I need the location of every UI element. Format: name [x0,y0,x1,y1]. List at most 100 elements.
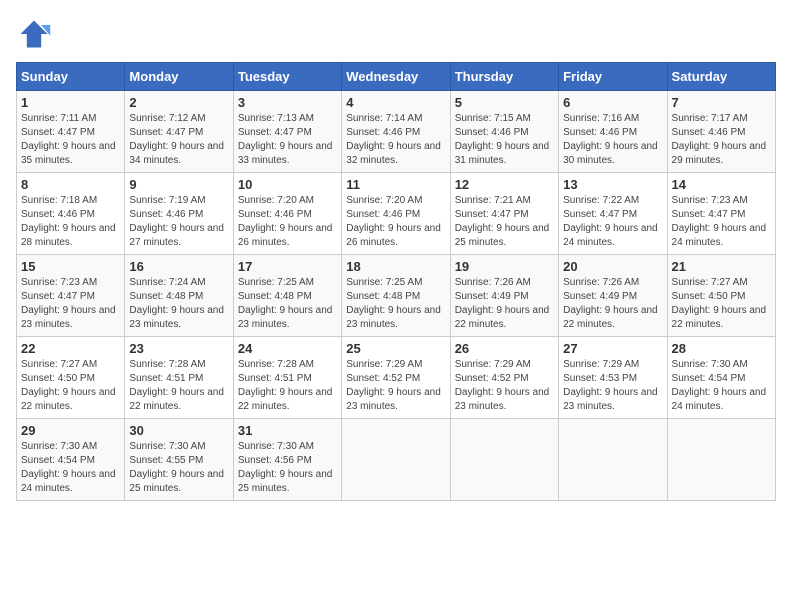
sunrise-label: Sunrise: 7:25 AM [238,277,314,288]
day-info: Sunrise: 7:29 AM Sunset: 4:53 PM Dayligh… [563,358,662,414]
sunset-label: Sunset: 4:55 PM [129,455,203,466]
daylight-label: Daylight: 9 hours and 23 minutes. [563,387,658,412]
day-info: Sunrise: 7:23 AM Sunset: 4:47 PM Dayligh… [21,276,120,332]
day-number: 13 [563,177,662,192]
daylight-label: Daylight: 9 hours and 28 minutes. [21,223,116,248]
day-number: 28 [672,341,771,356]
sunrise-label: Sunrise: 7:11 AM [21,113,96,124]
daylight-label: Daylight: 9 hours and 23 minutes. [129,305,224,330]
day-info: Sunrise: 7:28 AM Sunset: 4:51 PM Dayligh… [129,358,228,414]
sunrise-label: Sunrise: 7:26 AM [563,277,639,288]
calendar-cell: 26 Sunrise: 7:29 AM Sunset: 4:52 PM Dayl… [450,337,558,419]
sunrise-label: Sunrise: 7:23 AM [21,277,97,288]
sunset-label: Sunset: 4:47 PM [129,127,203,138]
calendar-cell [559,419,667,501]
calendar-cell: 11 Sunrise: 7:20 AM Sunset: 4:46 PM Dayl… [342,173,450,255]
daylight-label: Daylight: 9 hours and 31 minutes. [455,141,550,166]
sunrise-label: Sunrise: 7:15 AM [455,113,531,124]
day-info: Sunrise: 7:20 AM Sunset: 4:46 PM Dayligh… [346,194,445,250]
daylight-label: Daylight: 9 hours and 24 minutes. [21,469,116,494]
day-info: Sunrise: 7:25 AM Sunset: 4:48 PM Dayligh… [238,276,337,332]
day-number: 1 [21,95,120,110]
sunset-label: Sunset: 4:47 PM [563,209,637,220]
sunrise-label: Sunrise: 7:29 AM [455,359,531,370]
day-info: Sunrise: 7:27 AM Sunset: 4:50 PM Dayligh… [672,276,771,332]
day-number: 8 [21,177,120,192]
sunset-label: Sunset: 4:47 PM [672,209,746,220]
sunrise-label: Sunrise: 7:24 AM [129,277,205,288]
logo [16,16,58,52]
calendar-week-row: 8 Sunrise: 7:18 AM Sunset: 4:46 PM Dayli… [17,173,776,255]
sunrise-label: Sunrise: 7:30 AM [238,441,314,452]
day-number: 19 [455,259,554,274]
daylight-label: Daylight: 9 hours and 29 minutes. [672,141,767,166]
day-info: Sunrise: 7:24 AM Sunset: 4:48 PM Dayligh… [129,276,228,332]
day-info: Sunrise: 7:13 AM Sunset: 4:47 PM Dayligh… [238,112,337,168]
calendar-cell: 31 Sunrise: 7:30 AM Sunset: 4:56 PM Dayl… [233,419,341,501]
calendar-week-row: 1 Sunrise: 7:11 AM Sunset: 4:47 PM Dayli… [17,91,776,173]
calendar-cell: 1 Sunrise: 7:11 AM Sunset: 4:47 PM Dayli… [17,91,125,173]
day-info: Sunrise: 7:29 AM Sunset: 4:52 PM Dayligh… [346,358,445,414]
day-number: 30 [129,423,228,438]
sunset-label: Sunset: 4:46 PM [563,127,637,138]
sunrise-label: Sunrise: 7:30 AM [21,441,97,452]
sunset-label: Sunset: 4:47 PM [455,209,529,220]
day-number: 18 [346,259,445,274]
sunrise-label: Sunrise: 7:17 AM [672,113,748,124]
daylight-label: Daylight: 9 hours and 23 minutes. [238,305,333,330]
sunset-label: Sunset: 4:46 PM [21,209,95,220]
day-number: 17 [238,259,337,274]
day-number: 3 [238,95,337,110]
calendar-cell: 17 Sunrise: 7:25 AM Sunset: 4:48 PM Dayl… [233,255,341,337]
calendar-cell: 28 Sunrise: 7:30 AM Sunset: 4:54 PM Dayl… [667,337,775,419]
day-number: 26 [455,341,554,356]
sunrise-label: Sunrise: 7:28 AM [129,359,205,370]
sunset-label: Sunset: 4:48 PM [346,291,420,302]
day-info: Sunrise: 7:20 AM Sunset: 4:46 PM Dayligh… [238,194,337,250]
day-number: 6 [563,95,662,110]
calendar-cell: 2 Sunrise: 7:12 AM Sunset: 4:47 PM Dayli… [125,91,233,173]
calendar-cell [342,419,450,501]
daylight-label: Daylight: 9 hours and 24 minutes. [563,223,658,248]
day-info: Sunrise: 7:19 AM Sunset: 4:46 PM Dayligh… [129,194,228,250]
calendar-cell: 12 Sunrise: 7:21 AM Sunset: 4:47 PM Dayl… [450,173,558,255]
calendar-cell: 19 Sunrise: 7:26 AM Sunset: 4:49 PM Dayl… [450,255,558,337]
calendar-cell: 14 Sunrise: 7:23 AM Sunset: 4:47 PM Dayl… [667,173,775,255]
sunset-label: Sunset: 4:53 PM [563,373,637,384]
day-info: Sunrise: 7:21 AM Sunset: 4:47 PM Dayligh… [455,194,554,250]
day-number: 9 [129,177,228,192]
day-info: Sunrise: 7:26 AM Sunset: 4:49 PM Dayligh… [563,276,662,332]
header-day: Thursday [450,63,558,91]
calendar-cell: 29 Sunrise: 7:30 AM Sunset: 4:54 PM Dayl… [17,419,125,501]
sunset-label: Sunset: 4:52 PM [346,373,420,384]
calendar-cell: 24 Sunrise: 7:28 AM Sunset: 4:51 PM Dayl… [233,337,341,419]
sunset-label: Sunset: 4:48 PM [238,291,312,302]
day-number: 12 [455,177,554,192]
sunset-label: Sunset: 4:54 PM [21,455,95,466]
sunset-label: Sunset: 4:54 PM [672,373,746,384]
calendar-cell: 6 Sunrise: 7:16 AM Sunset: 4:46 PM Dayli… [559,91,667,173]
header-day: Wednesday [342,63,450,91]
day-info: Sunrise: 7:29 AM Sunset: 4:52 PM Dayligh… [455,358,554,414]
sunrise-label: Sunrise: 7:29 AM [346,359,422,370]
sunset-label: Sunset: 4:47 PM [238,127,312,138]
calendar-cell [450,419,558,501]
day-info: Sunrise: 7:15 AM Sunset: 4:46 PM Dayligh… [455,112,554,168]
sunset-label: Sunset: 4:49 PM [455,291,529,302]
calendar-cell: 15 Sunrise: 7:23 AM Sunset: 4:47 PM Dayl… [17,255,125,337]
day-number: 11 [346,177,445,192]
sunrise-label: Sunrise: 7:20 AM [238,195,314,206]
sunrise-label: Sunrise: 7:19 AM [129,195,205,206]
daylight-label: Daylight: 9 hours and 23 minutes. [346,387,441,412]
sunset-label: Sunset: 4:47 PM [21,127,95,138]
daylight-label: Daylight: 9 hours and 22 minutes. [238,387,333,412]
header-row: SundayMondayTuesdayWednesdayThursdayFrid… [17,63,776,91]
sunrise-label: Sunrise: 7:20 AM [346,195,422,206]
day-number: 31 [238,423,337,438]
sunset-label: Sunset: 4:50 PM [21,373,95,384]
day-number: 10 [238,177,337,192]
page-header [16,16,776,52]
daylight-label: Daylight: 9 hours and 22 minutes. [455,305,550,330]
calendar-cell: 30 Sunrise: 7:30 AM Sunset: 4:55 PM Dayl… [125,419,233,501]
daylight-label: Daylight: 9 hours and 22 minutes. [672,305,767,330]
